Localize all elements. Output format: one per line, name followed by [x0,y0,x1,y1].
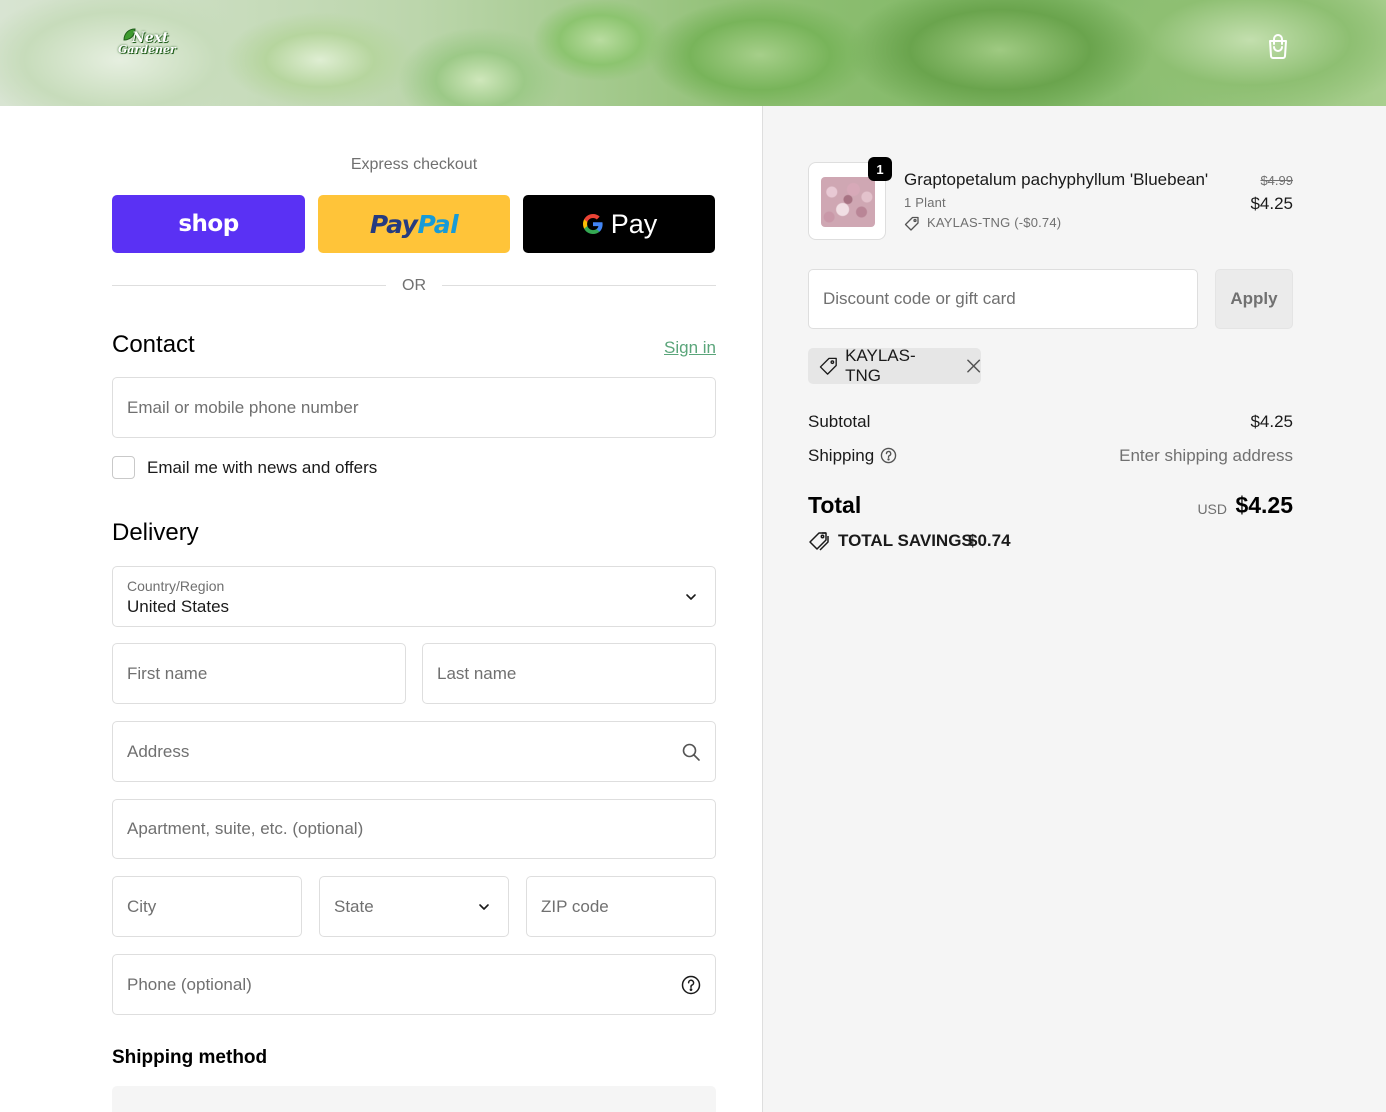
zip-code-field[interactable]: ZIP code [526,876,716,937]
product-name: Graptopetalum pachyphyllum 'Bluebean' [904,170,1209,189]
shipping-method-heading: Shipping method [112,1047,268,1068]
chevron-down-icon [479,903,489,910]
contact-heading: Contact [112,331,195,358]
google-pay-label: Pay [610,208,658,239]
tags-icon [809,532,829,551]
total-savings-label: TOTAL SAVINGS [838,531,973,550]
email-field[interactable]: Email or mobile phone number [112,377,716,438]
discount-code-placeholder: Discount code or gift card [823,289,1016,308]
quantity-badge: 1 [868,157,892,181]
product-discount: KAYLAS-TNG (-$0.74) [927,215,1062,230]
store-logo[interactable]: Next Gardener [116,28,180,60]
total-savings-value: $0.74 [968,531,1011,550]
chevron-down-icon [686,593,696,600]
total-value: $4.25 [1235,492,1293,518]
first-name-field[interactable]: First name [112,643,406,704]
search-icon [682,743,700,761]
help-circle-icon[interactable] [880,447,897,464]
total-label: Total [808,492,862,518]
or-separator: OR [402,277,426,294]
divider [112,285,386,286]
close-icon[interactable] [966,358,981,374]
product-image [821,177,875,227]
address-field[interactable]: Address [112,721,716,782]
original-price: $4.99 [1260,173,1293,188]
subtotal-label: Subtotal [808,412,871,431]
order-summary-panel [762,106,1386,1112]
delivery-heading: Delivery [112,519,199,546]
sale-price: $4.25 [1250,194,1293,213]
paypal-label: PayPal [369,209,459,239]
tag-icon [904,216,919,231]
country-select[interactable]: Country/Region United States [112,566,716,627]
subtotal-value: $4.25 [1250,412,1293,431]
currency-code: USD [1197,501,1227,517]
phone-placeholder: Phone (optional) [127,974,252,994]
google-g-icon [582,214,603,234]
paypal-label-pal: Pal [417,209,459,239]
shipping-method-placeholder-box [112,1086,716,1112]
shipping-value: Enter shipping address [1119,446,1293,465]
shipping-label: Shipping [808,446,875,465]
shopping-bag-icon[interactable] [1266,33,1290,59]
address-placeholder: Address [127,741,190,761]
country-label: Country/Region [127,578,225,594]
phone-field[interactable]: Phone (optional) [112,954,716,1015]
last-name-field[interactable]: Last name [422,643,716,704]
newsletter-checkbox[interactable] [112,456,135,479]
first-name-placeholder: First name [127,663,208,683]
paypal-button[interactable]: PayPal [318,195,510,253]
email-placeholder: Email or mobile phone number [127,397,359,417]
country-value: United States [127,597,230,616]
zip-code-placeholder: ZIP code [541,896,609,916]
apartment-field[interactable]: Apartment, suite, etc. (optional) [112,799,716,859]
apartment-placeholder: Apartment, suite, etc. (optional) [127,819,364,838]
city-placeholder: City [127,896,157,916]
express-checkout-label: Express checkout [350,156,478,173]
city-field[interactable]: City [112,876,302,937]
help-circle-icon[interactable] [681,975,701,995]
product-variant: 1 Plant [904,195,946,210]
discount-code-input[interactable]: Discount code or gift card [808,269,1198,329]
applied-discount-chip: KAYLAS-TNG [808,346,981,385]
google-pay-button[interactable]: Pay [523,195,715,253]
header-banner: Next Gardener [0,0,1386,106]
shop-pay-button[interactable]: shop [112,195,305,253]
divider [442,285,716,286]
google-pay-mark: Pay [581,208,658,240]
last-name-placeholder: Last name [437,663,517,683]
sign-in-link[interactable]: Sign in [640,338,716,358]
apply-discount-button[interactable]: Apply [1215,269,1293,329]
logo-text-gardener: Gardener [118,43,176,56]
state-select[interactable]: State [319,876,509,937]
newsletter-label[interactable]: Email me with news and offers [147,458,377,478]
state-placeholder: State [334,896,374,916]
applied-discount-code: KAYLAS-TNG [845,346,916,385]
paypal-label-pay: Pay [369,209,418,239]
shop-pay-label: shop [178,211,239,237]
tag-icon [819,357,837,375]
